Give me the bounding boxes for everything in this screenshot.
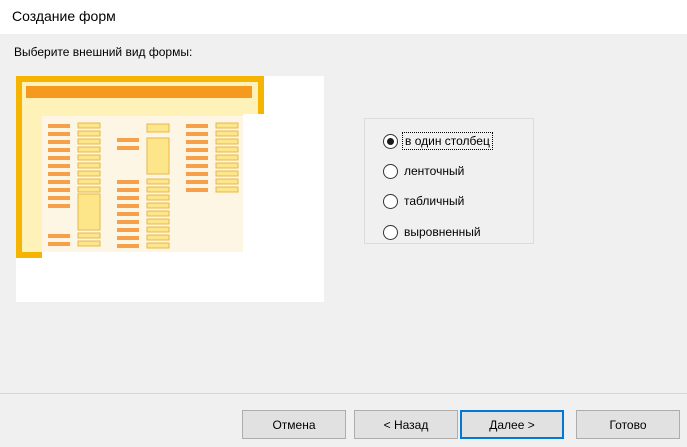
preview-label-bar bbox=[186, 156, 208, 160]
preview-field-large bbox=[146, 137, 170, 175]
preview-field bbox=[77, 232, 101, 239]
preview-field-large bbox=[77, 193, 101, 231]
preview-field bbox=[146, 194, 170, 201]
preview-header-bar bbox=[26, 86, 252, 98]
preview-label-bar bbox=[48, 234, 70, 238]
preview-field bbox=[146, 226, 170, 233]
preview-label-bar bbox=[186, 164, 208, 168]
preview-field bbox=[215, 130, 239, 137]
preview-field bbox=[77, 170, 101, 177]
preview-field bbox=[215, 154, 239, 161]
preview-cutout bbox=[243, 114, 264, 252]
preview-field bbox=[215, 186, 239, 193]
preview-field bbox=[215, 122, 239, 129]
option-datasheet[interactable]: табличный bbox=[383, 191, 466, 211]
preview-label-bar bbox=[117, 196, 139, 200]
preview-label-bar bbox=[117, 180, 139, 184]
preview-label-bar bbox=[186, 180, 208, 184]
option-justified[interactable]: выровненный bbox=[383, 222, 483, 242]
finish-button[interactable]: Готово bbox=[576, 410, 680, 439]
preview-cutout-bottom bbox=[42, 252, 264, 258]
back-button[interactable]: < Назад bbox=[354, 410, 458, 439]
preview-label-bar bbox=[48, 196, 70, 200]
preview-label-bar bbox=[186, 148, 208, 152]
title-bar: Создание форм bbox=[0, 0, 687, 34]
preview-field bbox=[215, 162, 239, 169]
preview-label-bar bbox=[48, 164, 70, 168]
preview-label-bar bbox=[117, 236, 139, 240]
layout-prompt: Выберите внешний вид формы: bbox=[14, 45, 193, 59]
preview-label-bar bbox=[186, 124, 208, 128]
preview-label-bar bbox=[117, 228, 139, 232]
preview-label-bar bbox=[186, 140, 208, 144]
preview-label-bar bbox=[48, 132, 70, 136]
preview-field bbox=[77, 122, 101, 129]
preview-label-bar bbox=[48, 156, 70, 160]
preview-label-bar bbox=[48, 242, 70, 246]
preview-field bbox=[215, 170, 239, 177]
radio-datasheet[interactable] bbox=[383, 193, 398, 209]
next-button[interactable]: Далее > bbox=[460, 410, 564, 439]
preview-field bbox=[146, 210, 170, 217]
preview-field bbox=[77, 178, 101, 185]
layout-preview bbox=[16, 76, 324, 302]
preview-label-bar bbox=[117, 204, 139, 208]
preview-label-bar bbox=[48, 188, 70, 192]
preview-label-bar bbox=[117, 212, 139, 216]
preview-field bbox=[215, 178, 239, 185]
preview-field bbox=[146, 178, 170, 185]
option-datasheet-label: табличный bbox=[404, 194, 465, 208]
layout-options-group: в один столбец ленточный табличный выров… bbox=[364, 118, 534, 244]
option-columnar[interactable]: в один столбец bbox=[383, 131, 493, 151]
preview-label-bar bbox=[48, 124, 70, 128]
preview-field bbox=[77, 240, 101, 247]
preview-label-bar bbox=[117, 138, 139, 142]
preview-label-bar bbox=[48, 140, 70, 144]
preview-field bbox=[146, 234, 170, 241]
button-separator bbox=[0, 393, 687, 394]
preview-field bbox=[146, 242, 170, 249]
preview-label-bar bbox=[186, 172, 208, 176]
preview-field bbox=[77, 162, 101, 169]
option-columnar-label: в один столбец bbox=[402, 132, 493, 150]
radio-columnar[interactable] bbox=[383, 133, 398, 149]
preview-label-bar bbox=[117, 188, 139, 192]
preview-field bbox=[77, 186, 101, 193]
preview-label-bar bbox=[117, 244, 139, 248]
cancel-button[interactable]: Отмена bbox=[242, 410, 346, 439]
preview-field bbox=[146, 186, 170, 193]
option-tabular-label: ленточный bbox=[404, 164, 465, 178]
option-justified-label: выровненный bbox=[404, 225, 481, 239]
preview-field bbox=[77, 154, 101, 161]
preview-field bbox=[77, 146, 101, 153]
preview-label-bar bbox=[48, 148, 70, 152]
radio-justified[interactable] bbox=[383, 224, 398, 240]
preview-label-bar bbox=[48, 180, 70, 184]
preview-field bbox=[77, 138, 101, 145]
option-tabular[interactable]: ленточный bbox=[383, 161, 466, 181]
preview-label-bar bbox=[117, 146, 139, 150]
preview-label-bar bbox=[48, 204, 70, 208]
preview-field bbox=[77, 130, 101, 137]
preview-field bbox=[215, 138, 239, 145]
radio-tabular[interactable] bbox=[383, 163, 398, 179]
preview-field bbox=[146, 218, 170, 225]
window-title: Создание форм bbox=[12, 8, 116, 24]
preview-label-bar bbox=[186, 132, 208, 136]
preview-label-bar bbox=[186, 188, 208, 192]
preview-field bbox=[146, 123, 170, 133]
preview-field bbox=[215, 146, 239, 153]
preview-field bbox=[146, 202, 170, 209]
preview-label-bar bbox=[48, 172, 70, 176]
preview-label-bar bbox=[117, 220, 139, 224]
form-layout-preview-icon bbox=[16, 76, 264, 258]
